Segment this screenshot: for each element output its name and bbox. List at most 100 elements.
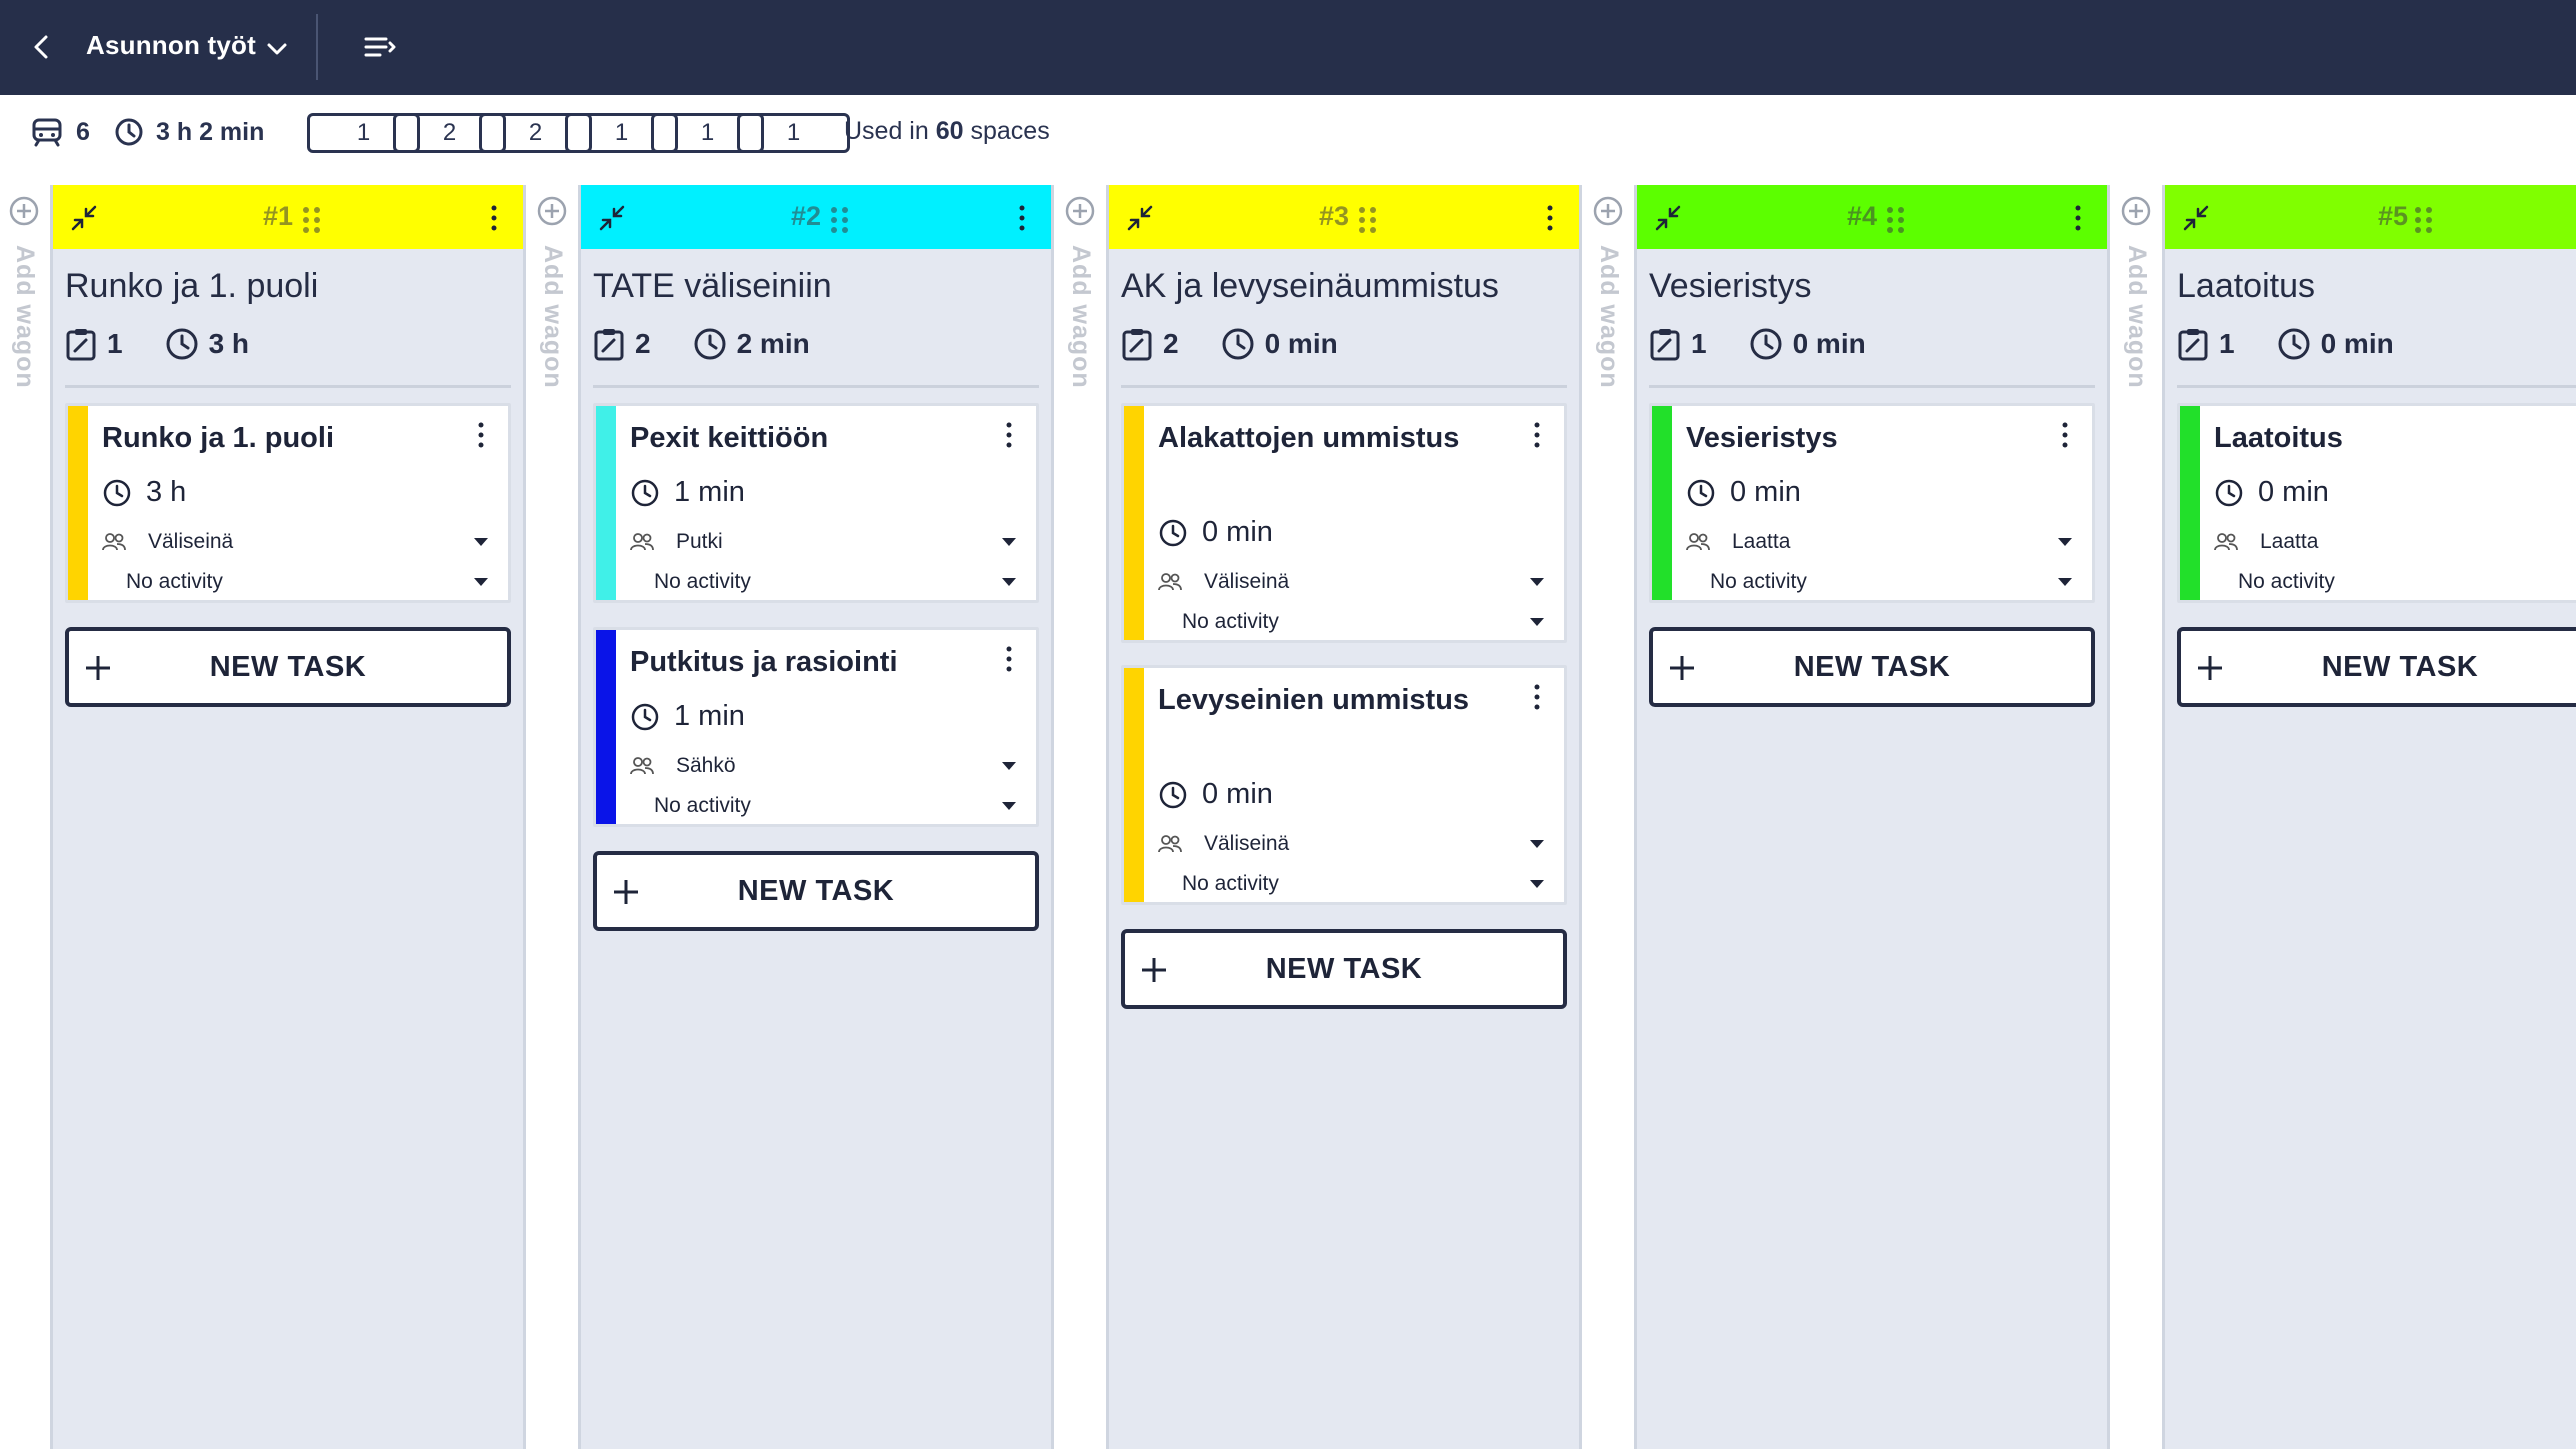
activity-select[interactable]: No activity [1158, 606, 1546, 638]
new-task-button[interactable]: NEW TASK [593, 851, 1039, 931]
add-circle-icon[interactable] [1064, 195, 1096, 227]
activity-select[interactable]: No activity [2214, 566, 2576, 598]
more-vert-icon[interactable] [1545, 203, 1555, 233]
used-in-spaces: Used in 60 spaces [844, 117, 1050, 146]
train-icon [32, 118, 62, 147]
clock-icon [166, 328, 198, 360]
add-wagon-strip[interactable]: Add wagon [528, 185, 576, 1449]
activity-label: No activity [654, 570, 751, 593]
drag-handle-icon[interactable] [2413, 205, 2435, 235]
activity-select[interactable]: No activity [102, 566, 490, 598]
team-label: Väliseinä [1204, 570, 1290, 593]
new-task-button[interactable]: NEW TASK [2177, 627, 2576, 707]
add-wagon-strip[interactable]: Add wagon [0, 185, 48, 1449]
more-vert-icon[interactable] [2060, 420, 2070, 450]
dropdown-caret-icon[interactable] [1000, 536, 1018, 548]
dropdown-caret-icon[interactable] [1528, 878, 1546, 890]
team-label: Laatta [1732, 530, 1791, 553]
more-vert-icon[interactable] [1532, 420, 1542, 450]
drag-handle-icon[interactable] [1357, 205, 1379, 235]
team-select[interactable]: Laatta [1686, 526, 2074, 558]
wagon-divider [65, 385, 511, 388]
add-wagon-strip[interactable]: Add wagon [1056, 185, 1104, 1449]
activity-label: No activity [1710, 570, 1807, 593]
drag-handle-icon[interactable] [829, 205, 851, 235]
dropdown-caret-icon[interactable] [1528, 616, 1546, 628]
team-select[interactable]: Putki [630, 526, 1018, 558]
project-title[interactable]: Asunnon työt [86, 30, 256, 61]
dropdown-caret-icon[interactable] [472, 536, 490, 548]
activity-select[interactable]: No activity [630, 790, 1018, 822]
activity-select[interactable]: No activity [630, 566, 1018, 598]
back-arrow-icon[interactable] [26, 30, 60, 64]
more-vert-icon[interactable] [1004, 420, 1014, 450]
new-task-button[interactable]: NEW TASK [1649, 627, 2095, 707]
used-count: 60 [935, 117, 964, 145]
team-select[interactable]: Väliseinä [102, 526, 490, 558]
task-card[interactable]: Levyseinien ummistus 0 min Väliseinä No … [1121, 665, 1567, 905]
people-icon [1158, 573, 1182, 591]
activity-select[interactable]: No activity [1686, 566, 2074, 598]
add-wagon-strip[interactable]: Add wagon [2112, 185, 2160, 1449]
dropdown-caret-icon[interactable] [472, 576, 490, 588]
task-time: 0 min [1158, 516, 1273, 549]
more-vert-icon[interactable] [489, 203, 499, 233]
wagon-duration: 2 min [736, 328, 810, 359]
team-select[interactable]: Laatta [2214, 526, 2576, 558]
more-vert-icon[interactable] [1004, 644, 1014, 674]
drag-handle-icon[interactable] [1885, 205, 1907, 235]
task-color-stripe [68, 406, 88, 600]
team-select[interactable]: Väliseinä [1158, 566, 1546, 598]
task-card[interactable]: Putkitus ja rasiointi 1 min Sähkö No act… [593, 627, 1039, 827]
clock-icon [1222, 328, 1254, 360]
wagon-number: #2 [790, 201, 822, 231]
dropdown-caret-icon[interactable] [1000, 760, 1018, 772]
task-card[interactable]: Pexit keittiöön 1 min Putki No activity [593, 403, 1039, 603]
team-select[interactable]: Väliseinä [1158, 828, 1546, 860]
dropdown-caret-icon[interactable] [1528, 576, 1546, 588]
dropdown-caret-icon[interactable] [1000, 800, 1018, 812]
dropdown-caret-icon[interactable] [1000, 576, 1018, 588]
more-vert-icon[interactable] [476, 420, 486, 450]
task-time: 1 min [630, 700, 745, 733]
count-box[interactable]: 1 [737, 113, 850, 153]
task-card[interactable]: Vesieristys 0 min Laatta No activity [1649, 403, 2095, 603]
add-circle-icon[interactable] [8, 195, 40, 227]
dropdown-caret-icon[interactable] [1528, 838, 1546, 850]
team-select[interactable]: Sähkö [630, 750, 1018, 782]
task-time-value: 0 min [1202, 778, 1273, 810]
add-circle-icon[interactable] [2120, 195, 2152, 227]
wagon-meta: 2 0 min [1121, 327, 1380, 361]
task-card[interactable]: Alakattojen ummistus 0 min Väliseinä No … [1121, 403, 1567, 643]
add-circle-icon[interactable] [536, 195, 568, 227]
clock-icon [2215, 479, 2243, 506]
task-card[interactable]: Runko ja 1. puoli 3 h Väliseinä No activ… [65, 403, 511, 603]
wagon-divider [1649, 385, 2095, 388]
add-wagon-label: Add wagon [11, 245, 39, 389]
chevron-down-icon[interactable] [262, 34, 292, 64]
top-bar: Asunnon työt [0, 0, 2576, 95]
more-vert-icon[interactable] [2073, 203, 2083, 233]
used-suffix: spaces [970, 117, 1050, 145]
drag-handle-icon[interactable] [301, 205, 323, 235]
dropdown-caret-icon[interactable] [2056, 536, 2074, 548]
add-wagon-strip[interactable]: Add wagon [1584, 185, 1632, 1449]
task-card[interactable]: Laatoitus 0 min Laatta No activity [2177, 403, 2576, 603]
more-vert-icon[interactable] [1532, 682, 1542, 712]
task-name: Vesieristys [1686, 422, 1838, 454]
wagon-header: #1 [53, 185, 523, 249]
list-menu-icon[interactable] [362, 30, 398, 64]
clock-icon [1687, 479, 1715, 506]
clock-icon [115, 118, 143, 146]
new-task-button[interactable]: NEW TASK [65, 627, 511, 707]
clock-icon [631, 479, 659, 506]
new-task-button[interactable]: NEW TASK [1121, 929, 1567, 1009]
dropdown-caret-icon[interactable] [2056, 576, 2074, 588]
wagon-divider [2177, 385, 2576, 388]
wagon-number: #3 [1318, 201, 1350, 231]
add-circle-icon[interactable] [1592, 195, 1624, 227]
header-divider [316, 14, 318, 80]
team-label: Laatta [2260, 530, 2319, 553]
more-vert-icon[interactable] [1017, 203, 1027, 233]
activity-select[interactable]: No activity [1158, 868, 1546, 900]
